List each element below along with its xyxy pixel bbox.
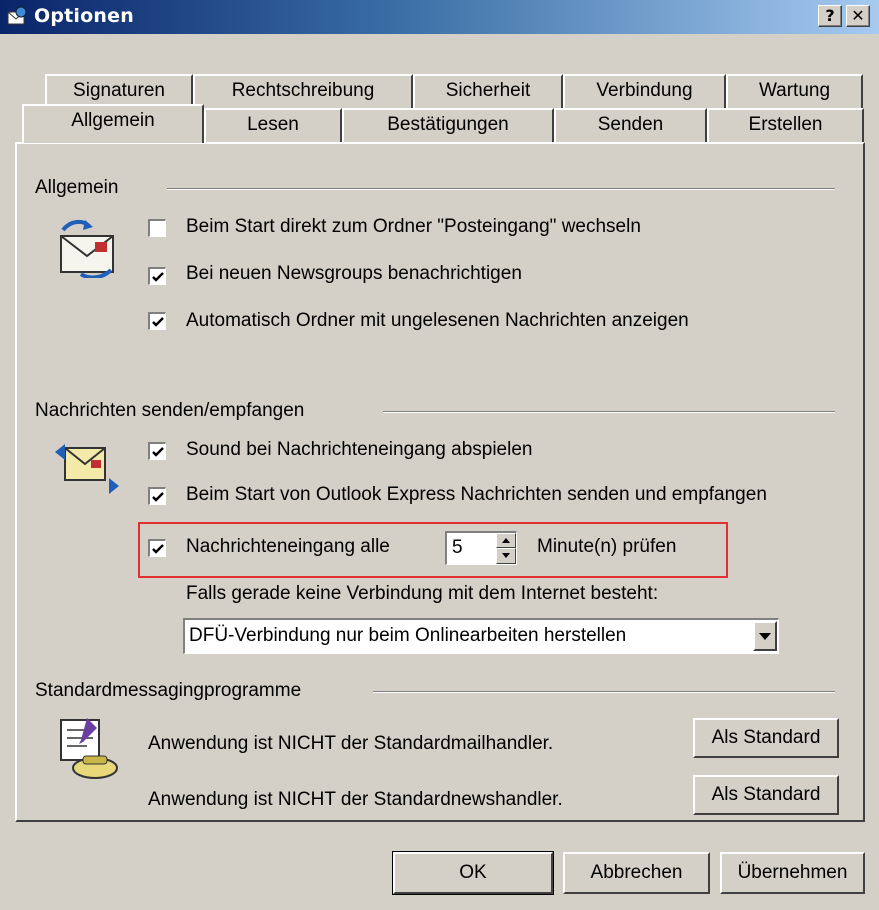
label-show-unread-folders: Automatisch Ordner mit ungelesenen Nachr… [186,310,689,331]
chevron-down-icon [759,633,771,640]
tab-panel: Allgemein Beim Start direkt zum Ordner "… [15,142,865,822]
options-dialog: Optionen ? ✕ Signaturen Rechtschreibung … [0,0,879,910]
arrow-down-icon [502,553,510,558]
tab-label: Lesen [247,114,299,135]
apply-button[interactable]: Übernehmen [720,852,865,894]
label-check-interval: Nachrichteneingang alle [186,536,390,557]
window-title: Optionen [34,5,134,27]
cancel-button[interactable]: Abbrechen [563,852,710,894]
tab-label: Wartung [758,80,831,101]
mail-envelope-icon [60,219,114,278]
tab-verbindung[interactable]: Verbindung [563,74,726,108]
checkbox-send-receive-on-start[interactable] [148,487,166,505]
tab-signaturen[interactable]: Signaturen [45,74,193,108]
tab-label: Erstellen [748,114,823,135]
checkbox-show-unread-folders[interactable] [148,312,166,330]
connection-select[interactable]: DFÜ-Verbindung nur beim Onlinearbeiten h… [183,618,779,654]
messaging-programs-icon [60,718,118,779]
checkbox-check-interval[interactable] [148,539,166,557]
dropdown-button[interactable] [753,621,777,651]
tab-label: Rechtschreibung [231,80,375,101]
tab-senden[interactable]: Senden [554,108,707,142]
interval-spinner[interactable]: 5 [445,531,517,565]
outlook-express-icon [7,6,27,25]
tab-label: Senden [597,114,664,135]
interval-input[interactable]: 5 [452,537,463,559]
label-mail-handler: Anwendung ist NICHT der Standardmailhand… [148,733,554,754]
label-no-connection: Falls gerade keine Verbindung mit dem In… [186,583,659,604]
label-minutes: Minute(n) prüfen [537,536,677,557]
group-heading-default-programs: Standardmessagingprogramme [35,680,302,701]
set-default-news-button[interactable]: Als Standard [693,775,839,815]
tab-label: Bestätigungen [387,114,509,135]
label-go-to-inbox: Beim Start direkt zum Ordner "Posteingan… [186,216,641,237]
help-button[interactable]: ? [818,5,842,27]
checkbox-play-sound[interactable] [148,442,166,460]
tab-bestaetigungen[interactable]: Bestätigungen [342,108,554,142]
ok-button[interactable]: OK [392,851,554,895]
spinner-down-button[interactable] [496,548,516,564]
checkbox-notify-newsgroups[interactable] [148,267,166,285]
tab-label: Verbindung [596,80,693,101]
title-bar[interactable]: Optionen ? ✕ [0,0,879,34]
tab-erstellen[interactable]: Erstellen [707,108,864,142]
send-receive-icon [55,444,119,494]
label-notify-newsgroups: Bei neuen Newsgroups benachrichtigen [186,263,522,284]
close-button[interactable]: ✕ [846,5,870,27]
arrow-up-icon [502,538,510,543]
tab-label: Signaturen [73,80,165,101]
group-heading-allgemein: Allgemein [35,177,119,198]
label-play-sound: Sound bei Nachrichteneingang abspielen [186,439,533,460]
tab-label: Sicherheit [445,80,531,101]
set-default-mail-button[interactable]: Als Standard [693,718,839,758]
tab-label: Allgemein [71,110,155,131]
tab-lesen[interactable]: Lesen [204,108,342,142]
connection-select-value: DFÜ-Verbindung nur beim Onlinearbeiten h… [189,625,627,646]
group-divider [373,691,835,693]
tab-allgemein[interactable]: Allgemein [22,104,204,143]
tab-rechtschreibung[interactable]: Rechtschreibung [193,74,413,108]
label-news-handler: Anwendung ist NICHT der Standardnewshand… [148,789,563,810]
tab-wartung[interactable]: Wartung [726,74,863,108]
group-heading-send-receive: Nachrichten senden/empfangen [35,400,305,421]
group-divider [383,411,835,413]
tab-sicherheit[interactable]: Sicherheit [413,74,563,108]
checkbox-go-to-inbox[interactable] [148,219,166,237]
group-divider [167,188,835,190]
spinner-up-button[interactable] [496,533,516,548]
label-send-receive-on-start: Beim Start von Outlook Express Nachricht… [186,484,767,505]
